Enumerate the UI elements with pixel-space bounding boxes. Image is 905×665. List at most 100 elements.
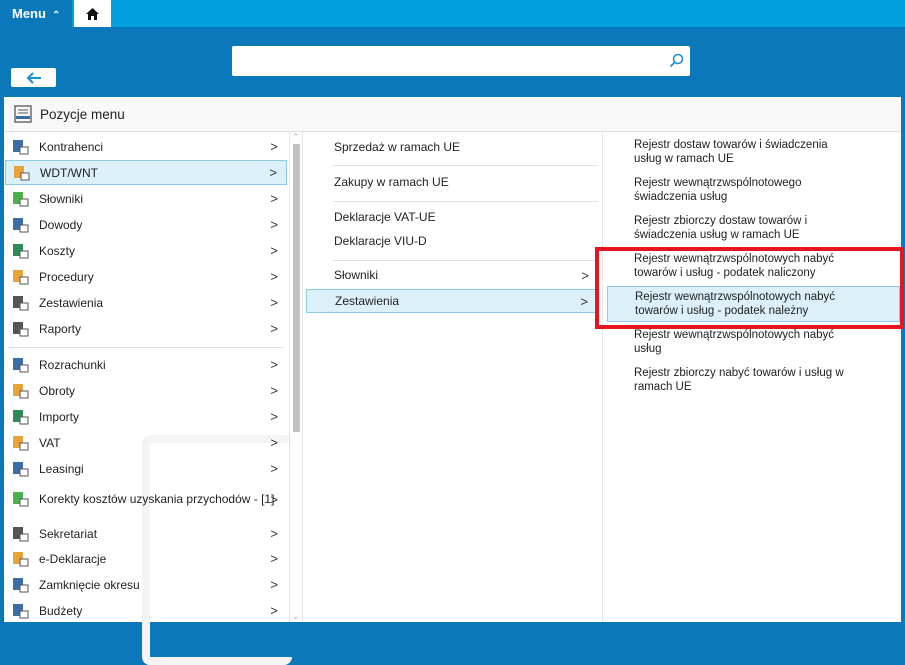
report-item-label: Rejestr dostaw towarów i świadczenia usł…: [634, 139, 828, 165]
top-bar: Menu ⌃: [0, 0, 905, 27]
chevron-right-icon: >: [270, 269, 278, 284]
submenu-item-label: Zakupy w ramach UE: [334, 175, 449, 189]
menu-item[interactable]: Obroty >: [5, 378, 287, 403]
procedures-icon: [11, 268, 29, 286]
e-declarations-icon: [11, 550, 29, 568]
chevron-up-icon: ⌃: [51, 10, 61, 21]
arrow-left-icon: [26, 71, 41, 84]
report-item[interactable]: Rejestr dostaw towarów i świadczenia usł…: [607, 138, 900, 166]
search-input[interactable]: [232, 46, 652, 76]
report-item-label: Rejestr zbiorczy nabyć towarów i usług w…: [634, 367, 844, 393]
divider: [333, 260, 598, 261]
report-item[interactable]: Rejestr zbiorczy nabyć towarów i usług w…: [607, 366, 900, 394]
report-item-label: Rejestr wewnątrzwspólnotowego świadczeni…: [634, 177, 802, 203]
menu-item[interactable]: Kontrahenci >: [5, 134, 287, 159]
home-icon: [86, 7, 99, 20]
scrollbar[interactable]: ⌃ ⌄: [289, 132, 303, 622]
menu-item[interactable]: Słowniki >: [5, 186, 287, 211]
turnover-icon: [11, 382, 29, 400]
menu-item-label: Procedury: [39, 269, 94, 284]
submenu-item[interactable]: Deklaracje VIU-D: [306, 229, 598, 253]
menu-item-label: Dowody: [39, 217, 83, 232]
submenu-item[interactable]: Deklaracje VAT-UE: [306, 205, 598, 229]
submenu-item[interactable]: Zestawienia >: [306, 289, 598, 313]
import-icon: [11, 408, 29, 426]
secretariat-icon: [11, 525, 29, 543]
chevron-right-icon: >: [270, 526, 278, 541]
divider: [8, 347, 284, 348]
submenu-item[interactable]: Słowniki >: [306, 263, 598, 287]
menu-item[interactable]: WDT/WNT >: [5, 160, 287, 185]
chevron-right-icon: >: [270, 409, 278, 424]
menu-item[interactable]: Korekty kosztów uzyskania przychodów - […: [5, 482, 287, 516]
menu-item-label: Kontrahenci: [39, 139, 104, 154]
report-item[interactable]: Rejestr zbiorczy dostaw towarów i świadc…: [607, 214, 900, 242]
chevron-right-icon: >: [270, 461, 278, 476]
submenu-item-label: Sprzedaż w ramach UE: [334, 140, 461, 154]
menu-item-label: Budżety: [39, 603, 83, 618]
menu-item[interactable]: Koszty >: [5, 238, 287, 263]
period-close-icon: [11, 576, 29, 594]
home-tab[interactable]: [74, 0, 111, 27]
leasing-icon: [11, 460, 29, 478]
submenu-item[interactable]: Zakupy w ramach UE: [306, 170, 598, 194]
submenu-item-label: Deklaracje VIU-D: [334, 234, 427, 248]
report-item[interactable]: Rejestr wewnątrzwspólnotowych nabyć towa…: [607, 286, 900, 322]
settlements-icon: [11, 356, 29, 374]
wdt-wnt-icon: [12, 164, 30, 182]
chevron-right-icon: >: [581, 267, 589, 283]
scrollbar-thumb[interactable]: [293, 144, 300, 432]
chevron-right-icon: >: [270, 243, 278, 258]
menu-item-label: e-Deklaracje: [39, 551, 107, 566]
divider: [333, 201, 598, 202]
menu-item-label: Korekty kosztów uzyskania przychodów - […: [39, 492, 275, 506]
submenu-column: Sprzedaż w ramach UE Zakupy w ramach UE De…: [303, 132, 603, 622]
menu-toggle[interactable]: Menu ⌃: [0, 0, 72, 27]
submenu-item-label: Słowniki: [334, 268, 379, 282]
chevron-right-icon: >: [270, 491, 278, 507]
corrections-icon: [11, 490, 29, 508]
reports-icon: [11, 320, 29, 338]
reports-list-icon: [11, 294, 29, 312]
menu-item[interactable]: Procedury >: [5, 264, 287, 289]
report-item[interactable]: Rejestr wewnątrzwspólnotowego świadczeni…: [607, 176, 900, 204]
submenu-item-label: Zestawienia: [335, 294, 400, 308]
menu-item[interactable]: Budżety >: [5, 598, 287, 623]
menu-item-label: Koszty: [39, 243, 76, 258]
search-icon[interactable]: [669, 53, 684, 68]
menu-item[interactable]: Rozrachunki >: [5, 352, 287, 377]
menu-item[interactable]: Importy >: [5, 404, 287, 429]
contractors-icon: [11, 138, 29, 156]
budgets-icon: [11, 602, 29, 620]
chevron-right-icon: >: [270, 383, 278, 398]
menu-item-label: Importy: [39, 409, 80, 424]
report-item[interactable]: Rejestr wewnątrzwspólnotowych nabyć towa…: [607, 252, 900, 280]
chevron-right-icon: >: [270, 191, 278, 206]
menu-item-label: Zestawienia: [39, 295, 104, 310]
chevron-right-icon: >: [270, 357, 278, 372]
menu-list-icon: [14, 105, 32, 123]
vat-icon: [11, 434, 29, 452]
report-item[interactable]: Rejestr wewnątrzwspólnotowych nabyć usłu…: [607, 328, 900, 356]
report-item-label: Rejestr wewnątrzwspólnotowych nabyć towa…: [635, 291, 836, 317]
menu-item[interactable]: Raporty >: [5, 316, 287, 341]
menu-item-label: WDT/WNT: [40, 165, 98, 180]
chevron-right-icon: >: [269, 165, 277, 180]
menu-item[interactable]: Zestawienia >: [5, 290, 287, 315]
back-button[interactable]: [11, 68, 56, 87]
menu-item[interactable]: Sekretariat >: [5, 521, 287, 546]
menu-item-label: Sekretariat: [39, 526, 98, 541]
menu-item[interactable]: Leasingi >: [5, 456, 287, 481]
menu-item[interactable]: e-Deklaracje >: [5, 546, 287, 571]
chevron-right-icon: >: [270, 295, 278, 310]
menu-item[interactable]: VAT >: [5, 430, 287, 455]
menu-item[interactable]: Zamknięcie okresu >: [5, 572, 287, 597]
divider: [333, 165, 598, 166]
menu-label: Menu: [12, 6, 46, 21]
search-box[interactable]: [232, 46, 690, 76]
submenu-item[interactable]: Sprzedaż w ramach UE: [306, 135, 598, 159]
chevron-right-icon: >: [270, 603, 278, 618]
menu-item[interactable]: Dowody >: [5, 212, 287, 237]
menu-item-label: Słowniki: [39, 191, 84, 206]
chevron-right-icon: >: [270, 435, 278, 450]
